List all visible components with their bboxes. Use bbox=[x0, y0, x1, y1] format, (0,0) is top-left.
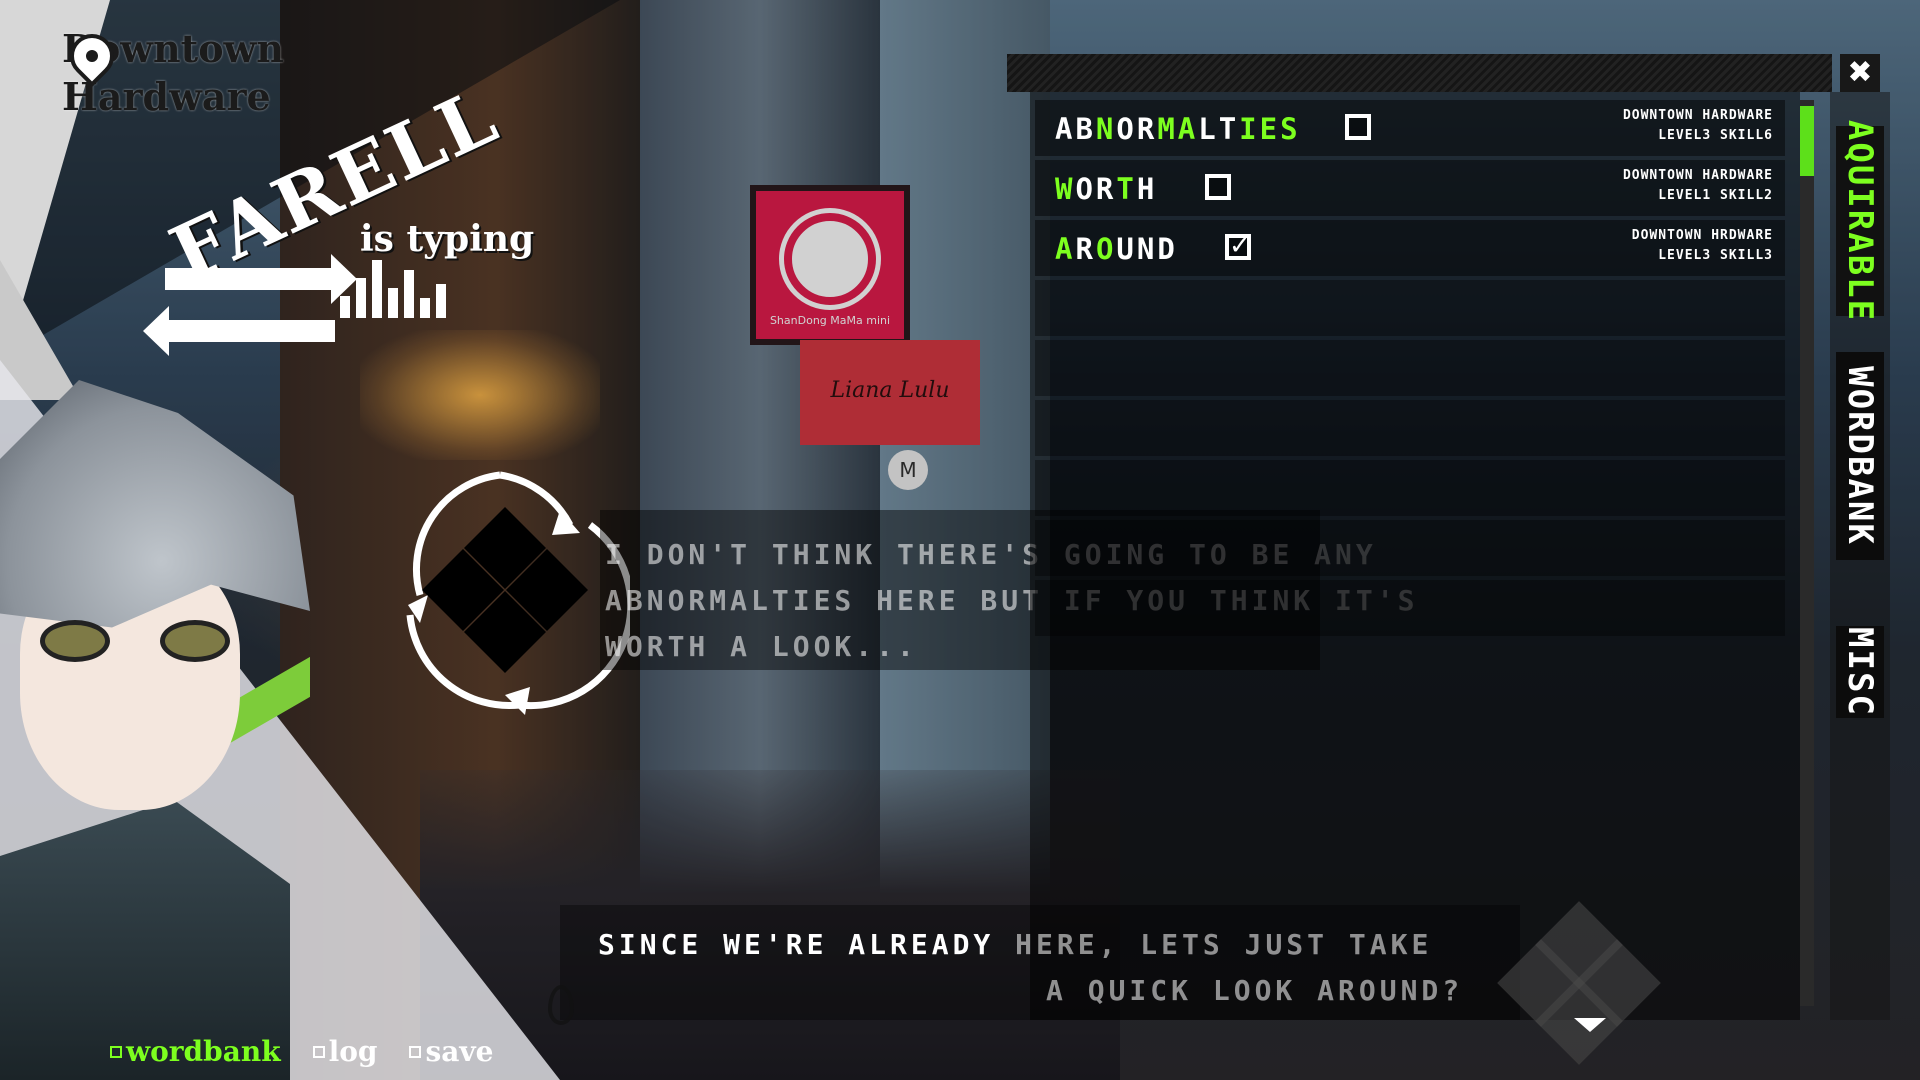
wordbank-source: Downtown Hardware Level3 Skill6 bbox=[1623, 106, 1773, 146]
word-part: H bbox=[1136, 172, 1158, 206]
tab-aquirable-label: Aquirable bbox=[1840, 119, 1880, 323]
character-left-eye bbox=[40, 620, 110, 662]
skill-label: Skill6 bbox=[1720, 128, 1773, 143]
bottom-dialog-text[interactable]: Since we're already here, lets just take… bbox=[598, 922, 1498, 1014]
speaker-typing-status: is typing bbox=[360, 218, 535, 260]
word-part: A bbox=[1055, 232, 1076, 266]
menu-item-label: wordbank bbox=[126, 1035, 281, 1068]
level-label: Level3 bbox=[1658, 248, 1712, 263]
word-part: T bbox=[1116, 172, 1137, 206]
wordbank-source-location: Downtown Hrdware bbox=[1631, 228, 1773, 243]
checkbox-icon[interactable] bbox=[1345, 114, 1371, 140]
word-part: N bbox=[1095, 112, 1117, 146]
checkbox-icon[interactable]: ✓ bbox=[1225, 233, 1251, 260]
tab-misc-label: Misc bbox=[1840, 627, 1880, 717]
word-part: O bbox=[1095, 232, 1117, 266]
wordbank-row[interactable]: WORTH Downtown Hardware Level1 Skill2 bbox=[1035, 160, 1785, 216]
wordbank-empty-row bbox=[1035, 280, 1785, 336]
menu-box-icon bbox=[110, 1045, 122, 1058]
level-label: Level1 bbox=[1658, 188, 1712, 203]
word-part: OR bbox=[1116, 112, 1158, 146]
bottom-dialog-line1-bright: Since we're already bbox=[598, 928, 1016, 961]
menu-box-icon bbox=[409, 1045, 422, 1058]
drop-icon bbox=[548, 985, 574, 1025]
game-screen: ShanDong MaMa mini Liana Lulu M Downtown… bbox=[0, 0, 1920, 1080]
wordbank-row[interactable]: ABNORMALTIES Downtown Hardware Level3 Skil… bbox=[1035, 100, 1785, 156]
bottom-dialog-line1-faded: here, lets just take bbox=[1015, 928, 1433, 961]
wordbank-source-level: Level1 Skill2 bbox=[1623, 186, 1773, 206]
tab-wordbank[interactable]: Wordbank bbox=[1836, 352, 1884, 560]
menu-item-wordbank[interactable]: wordbank bbox=[110, 1035, 281, 1068]
skill-label: Skill3 bbox=[1720, 248, 1773, 263]
wordbank-empty-row bbox=[1035, 340, 1785, 396]
menu-item-label: save bbox=[425, 1035, 494, 1068]
typing-waveform-icon bbox=[340, 258, 446, 318]
character-right-eye bbox=[160, 620, 230, 662]
bottom-menu: wordbank log save bbox=[110, 1035, 493, 1068]
arrow-left-icon bbox=[143, 306, 335, 356]
wordbank-word: ABNORMALTIES bbox=[1055, 112, 1301, 146]
word-part: UND bbox=[1116, 232, 1178, 266]
checkbox-icon[interactable] bbox=[1205, 174, 1231, 200]
wordbank-list: ABNORMALTIES Downtown Hardware Level3 Skil… bbox=[1035, 100, 1785, 640]
wordbank-row[interactable]: AROUND ✓ Downtown Hrdware Level3 Skill3 bbox=[1035, 220, 1785, 276]
wordbank-scrollbar-track[interactable] bbox=[1800, 100, 1814, 1006]
wordbank-word: AROUND bbox=[1055, 232, 1178, 266]
menu-item-log[interactable]: log bbox=[312, 1035, 378, 1068]
word-part: OR bbox=[1075, 172, 1117, 206]
word-part: LT bbox=[1198, 112, 1240, 146]
down-triangle-icon[interactable] bbox=[1574, 1018, 1606, 1032]
tab-aquirable[interactable]: Aquirable bbox=[1836, 120, 1884, 322]
wordbank-source-level: Level3 Skill3 bbox=[1632, 246, 1773, 266]
wordbank-source-level: Level3 Skill6 bbox=[1623, 126, 1773, 146]
word-part: AB bbox=[1055, 112, 1096, 146]
wordbank-source: Downtown Hrdware Level3 Skill3 bbox=[1632, 226, 1773, 266]
word-part: IES bbox=[1239, 112, 1301, 146]
wordbank-empty-row bbox=[1035, 580, 1785, 636]
bottom-dialog-line2: a quick look around? bbox=[1046, 974, 1464, 1007]
wordbank-empty-row bbox=[1035, 520, 1785, 576]
wordbank-word: WORTH bbox=[1055, 172, 1157, 206]
close-button[interactable]: ✖ bbox=[1840, 54, 1880, 92]
loading-cycle-icon bbox=[380, 455, 630, 715]
word-part: MA bbox=[1157, 112, 1199, 146]
word-part: R bbox=[1075, 232, 1096, 266]
wordbank-source: Downtown Hardware Level1 Skill2 bbox=[1623, 166, 1773, 206]
wordbank-scrollbar-thumb[interactable] bbox=[1800, 106, 1814, 176]
location-header: Downtown Hardware bbox=[60, 24, 322, 126]
tab-wordbank-label: Wordbank bbox=[1840, 366, 1880, 546]
skill-label: Skill2 bbox=[1720, 188, 1773, 203]
menu-item-label: log bbox=[328, 1035, 378, 1068]
menu-item-save[interactable]: save bbox=[409, 1035, 493, 1068]
wordbank-panel-header bbox=[1007, 54, 1832, 92]
wordbank-empty-row bbox=[1035, 460, 1785, 516]
tab-misc[interactable]: Misc bbox=[1836, 626, 1884, 718]
wordbank-source-location: Downtown Hardware bbox=[1622, 108, 1773, 123]
wordbank-source-location: Downtown Hardware bbox=[1622, 168, 1773, 183]
level-label: Level3 bbox=[1658, 128, 1712, 143]
arrows-exchange-icon bbox=[143, 254, 357, 372]
character-portrait bbox=[0, 380, 310, 1080]
word-part: W bbox=[1055, 172, 1076, 206]
character-green-accent bbox=[230, 656, 310, 744]
menu-box-icon bbox=[312, 1045, 325, 1058]
wordbank-empty-row bbox=[1035, 400, 1785, 456]
arrow-right-icon bbox=[165, 254, 357, 304]
